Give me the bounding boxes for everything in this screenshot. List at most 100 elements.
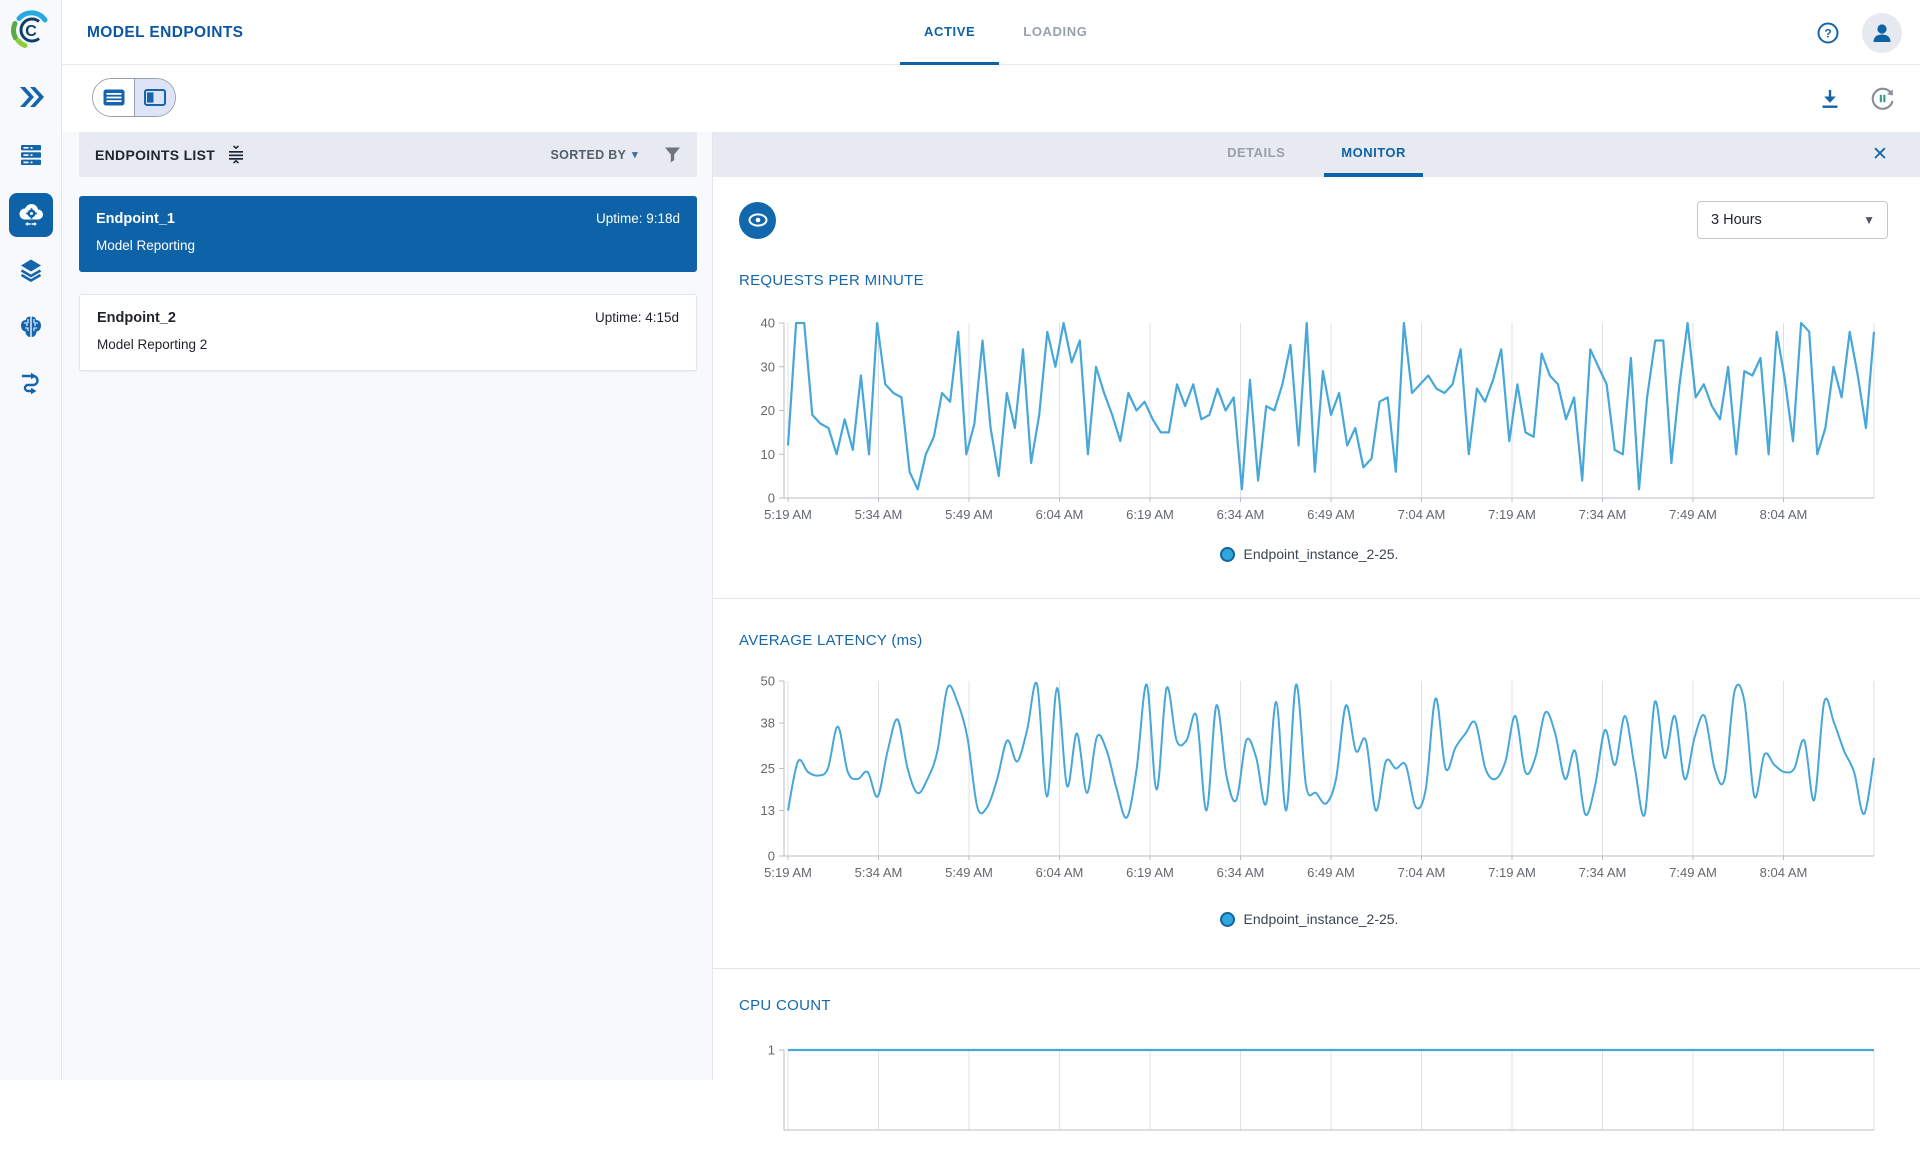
endpoint-card-1[interactable]: Endpoint_1 Uptime: 9:18d Model Reporting [79, 196, 697, 272]
requests-per-minute-chart: 0 10 20 30 40 5:19 AM 5:34 AM 5:49 AM 6:04 AM 6:1… [761, 316, 1876, 522]
svg-text:5:49 AM: 5:49 AM [945, 507, 993, 522]
svg-text:5:19 AM: 5:19 AM [764, 865, 812, 880]
chart-title-latency: AVERAGE LATENCY (ms) [739, 632, 923, 649]
endpoint-name: Endpoint_2 [97, 310, 176, 326]
sidebar-item-datasets[interactable] [9, 248, 53, 292]
sorted-by-dropdown[interactable]: SORTED BY ▾ [551, 148, 638, 162]
main-content: ENDPOINTS LIST SORTED BY ▾ Endpoint_1 Up… [62, 132, 1920, 1131]
cloud-gear-icon [19, 204, 43, 226]
chart-title-cpu: CPU COUNT [739, 997, 831, 1014]
svg-text:6:19 AM: 6:19 AM [1126, 865, 1174, 880]
svg-text:13: 13 [761, 803, 775, 818]
layers-icon [20, 259, 42, 282]
svg-text:5:34 AM: 5:34 AM [855, 865, 903, 880]
svg-text:40: 40 [761, 316, 775, 331]
svg-text:7:49 AM: 7:49 AM [1669, 507, 1717, 522]
help-button[interactable]: ? [1808, 13, 1848, 53]
endpoint-name: Endpoint_1 [96, 211, 175, 227]
left-nav-rail: C [0, 0, 62, 1080]
help-icon: ? [1817, 22, 1839, 43]
download-button[interactable] [1810, 79, 1850, 119]
split-view-icon [144, 89, 166, 106]
tab-loading[interactable]: LOADING [999, 0, 1111, 65]
flow-icon [22, 372, 39, 395]
chart-legend: Endpoint_instance_2-25. [739, 907, 1879, 931]
endpoint-description: Model Reporting 2 [97, 337, 208, 352]
chevron-down-icon: ▾ [632, 149, 638, 161]
download-icon [1822, 89, 1838, 108]
svg-text:?: ? [1824, 26, 1831, 40]
endpoints-list-title: ENDPOINTS LIST [95, 146, 216, 163]
endpoints-panel: ENDPOINTS LIST SORTED BY ▾ Endpoint_1 Up… [62, 132, 712, 1080]
chart-title-requests: REQUESTS PER MINUTE [739, 272, 924, 289]
list-view-icon [103, 89, 124, 106]
list-view-button[interactable] [93, 79, 134, 116]
user-menu-button[interactable] [1862, 12, 1902, 53]
app-logo[interactable]: C [10, 9, 52, 51]
tab-monitor[interactable]: MONITOR [1324, 132, 1423, 177]
sidebar-item-expand[interactable] [9, 75, 53, 119]
svg-text:7:49 AM: 7:49 AM [1669, 865, 1717, 880]
svg-text:38: 38 [761, 716, 775, 731]
svg-text:5:34 AM: 5:34 AM [855, 507, 903, 522]
close-icon: ✕ [1872, 144, 1888, 165]
cloudera-logo-icon: C [11, 10, 48, 48]
legend-dot-icon [1219, 911, 1235, 927]
svg-text:8:04 AM: 8:04 AM [1760, 865, 1808, 880]
svg-text:6:49 AM: 6:49 AM [1307, 865, 1355, 880]
svg-text:7:19 AM: 7:19 AM [1488, 507, 1536, 522]
visibility-button[interactable] [739, 201, 776, 239]
endpoint-uptime: Uptime: 4:15d [594, 310, 679, 325]
cpu-count-chart: 1 [768, 1043, 1875, 1131]
sidebar-item-ai[interactable] [9, 305, 53, 349]
view-toolbar [62, 65, 1920, 132]
legend-label: Endpoint_instance_2-25. [1243, 911, 1399, 927]
svg-text:5:19 AM: 5:19 AM [764, 507, 812, 522]
eye-icon [748, 213, 767, 227]
auto-refresh-pause-icon [1871, 87, 1894, 110]
section-divider [713, 968, 1920, 969]
time-range-value: 3 Hours [1711, 212, 1762, 228]
legend-label: Endpoint_instance_2-25. [1243, 546, 1399, 562]
view-mode-toggle [92, 78, 176, 117]
sidebar-item-hosts[interactable] [9, 133, 53, 177]
svg-text:50: 50 [761, 674, 775, 689]
svg-text:10: 10 [761, 447, 775, 462]
auto-refresh-pause-button[interactable] [1862, 79, 1902, 119]
brain-icon [21, 316, 41, 337]
legend-dot-icon [1219, 546, 1235, 562]
chevron-down-icon: ▼ [1863, 213, 1875, 227]
svg-text:30: 30 [761, 359, 775, 374]
svg-text:7:04 AM: 7:04 AM [1398, 865, 1446, 880]
svg-text:7:04 AM: 7:04 AM [1398, 507, 1446, 522]
endpoint-card-2[interactable]: Endpoint_2 Uptime: 4:15d Model Reporting… [79, 294, 697, 371]
sidebar-item-model-endpoints[interactable] [9, 193, 53, 237]
svg-text:20: 20 [761, 403, 775, 418]
svg-text:6:04 AM: 6:04 AM [1036, 507, 1084, 522]
close-panel-button[interactable]: ✕ [1862, 132, 1898, 177]
svg-text:6:19 AM: 6:19 AM [1126, 507, 1174, 522]
split-view-button[interactable] [134, 79, 175, 116]
filter-button[interactable] [664, 147, 681, 163]
svg-text:7:34 AM: 7:34 AM [1579, 865, 1627, 880]
svg-text:C: C [25, 23, 37, 40]
tab-details[interactable]: DETAILS [1210, 132, 1302, 177]
svg-text:6:34 AM: 6:34 AM [1217, 865, 1265, 880]
svg-text:6:34 AM: 6:34 AM [1217, 507, 1265, 522]
section-divider [713, 598, 1920, 599]
hosts-icon [21, 145, 41, 165]
tab-active[interactable]: ACTIVE [900, 0, 1000, 65]
sidebar-item-flows[interactable] [9, 361, 53, 405]
list-density-button[interactable] [227, 145, 245, 164]
svg-text:0: 0 [768, 491, 775, 506]
svg-text:7:34 AM: 7:34 AM [1579, 507, 1627, 522]
sort-lines-icon [229, 145, 244, 164]
time-range-select[interactable]: 3 Hours ▼ [1697, 201, 1888, 239]
page-title: MODEL ENDPOINTS [87, 24, 244, 41]
svg-text:0: 0 [768, 849, 775, 864]
endpoints-list-header: ENDPOINTS LIST SORTED BY ▾ [79, 132, 697, 177]
endpoint-description: Model Reporting [96, 238, 196, 253]
svg-text:7:19 AM: 7:19 AM [1488, 865, 1536, 880]
svg-text:25: 25 [761, 761, 775, 776]
sorted-by-label: SORTED BY [550, 147, 627, 162]
